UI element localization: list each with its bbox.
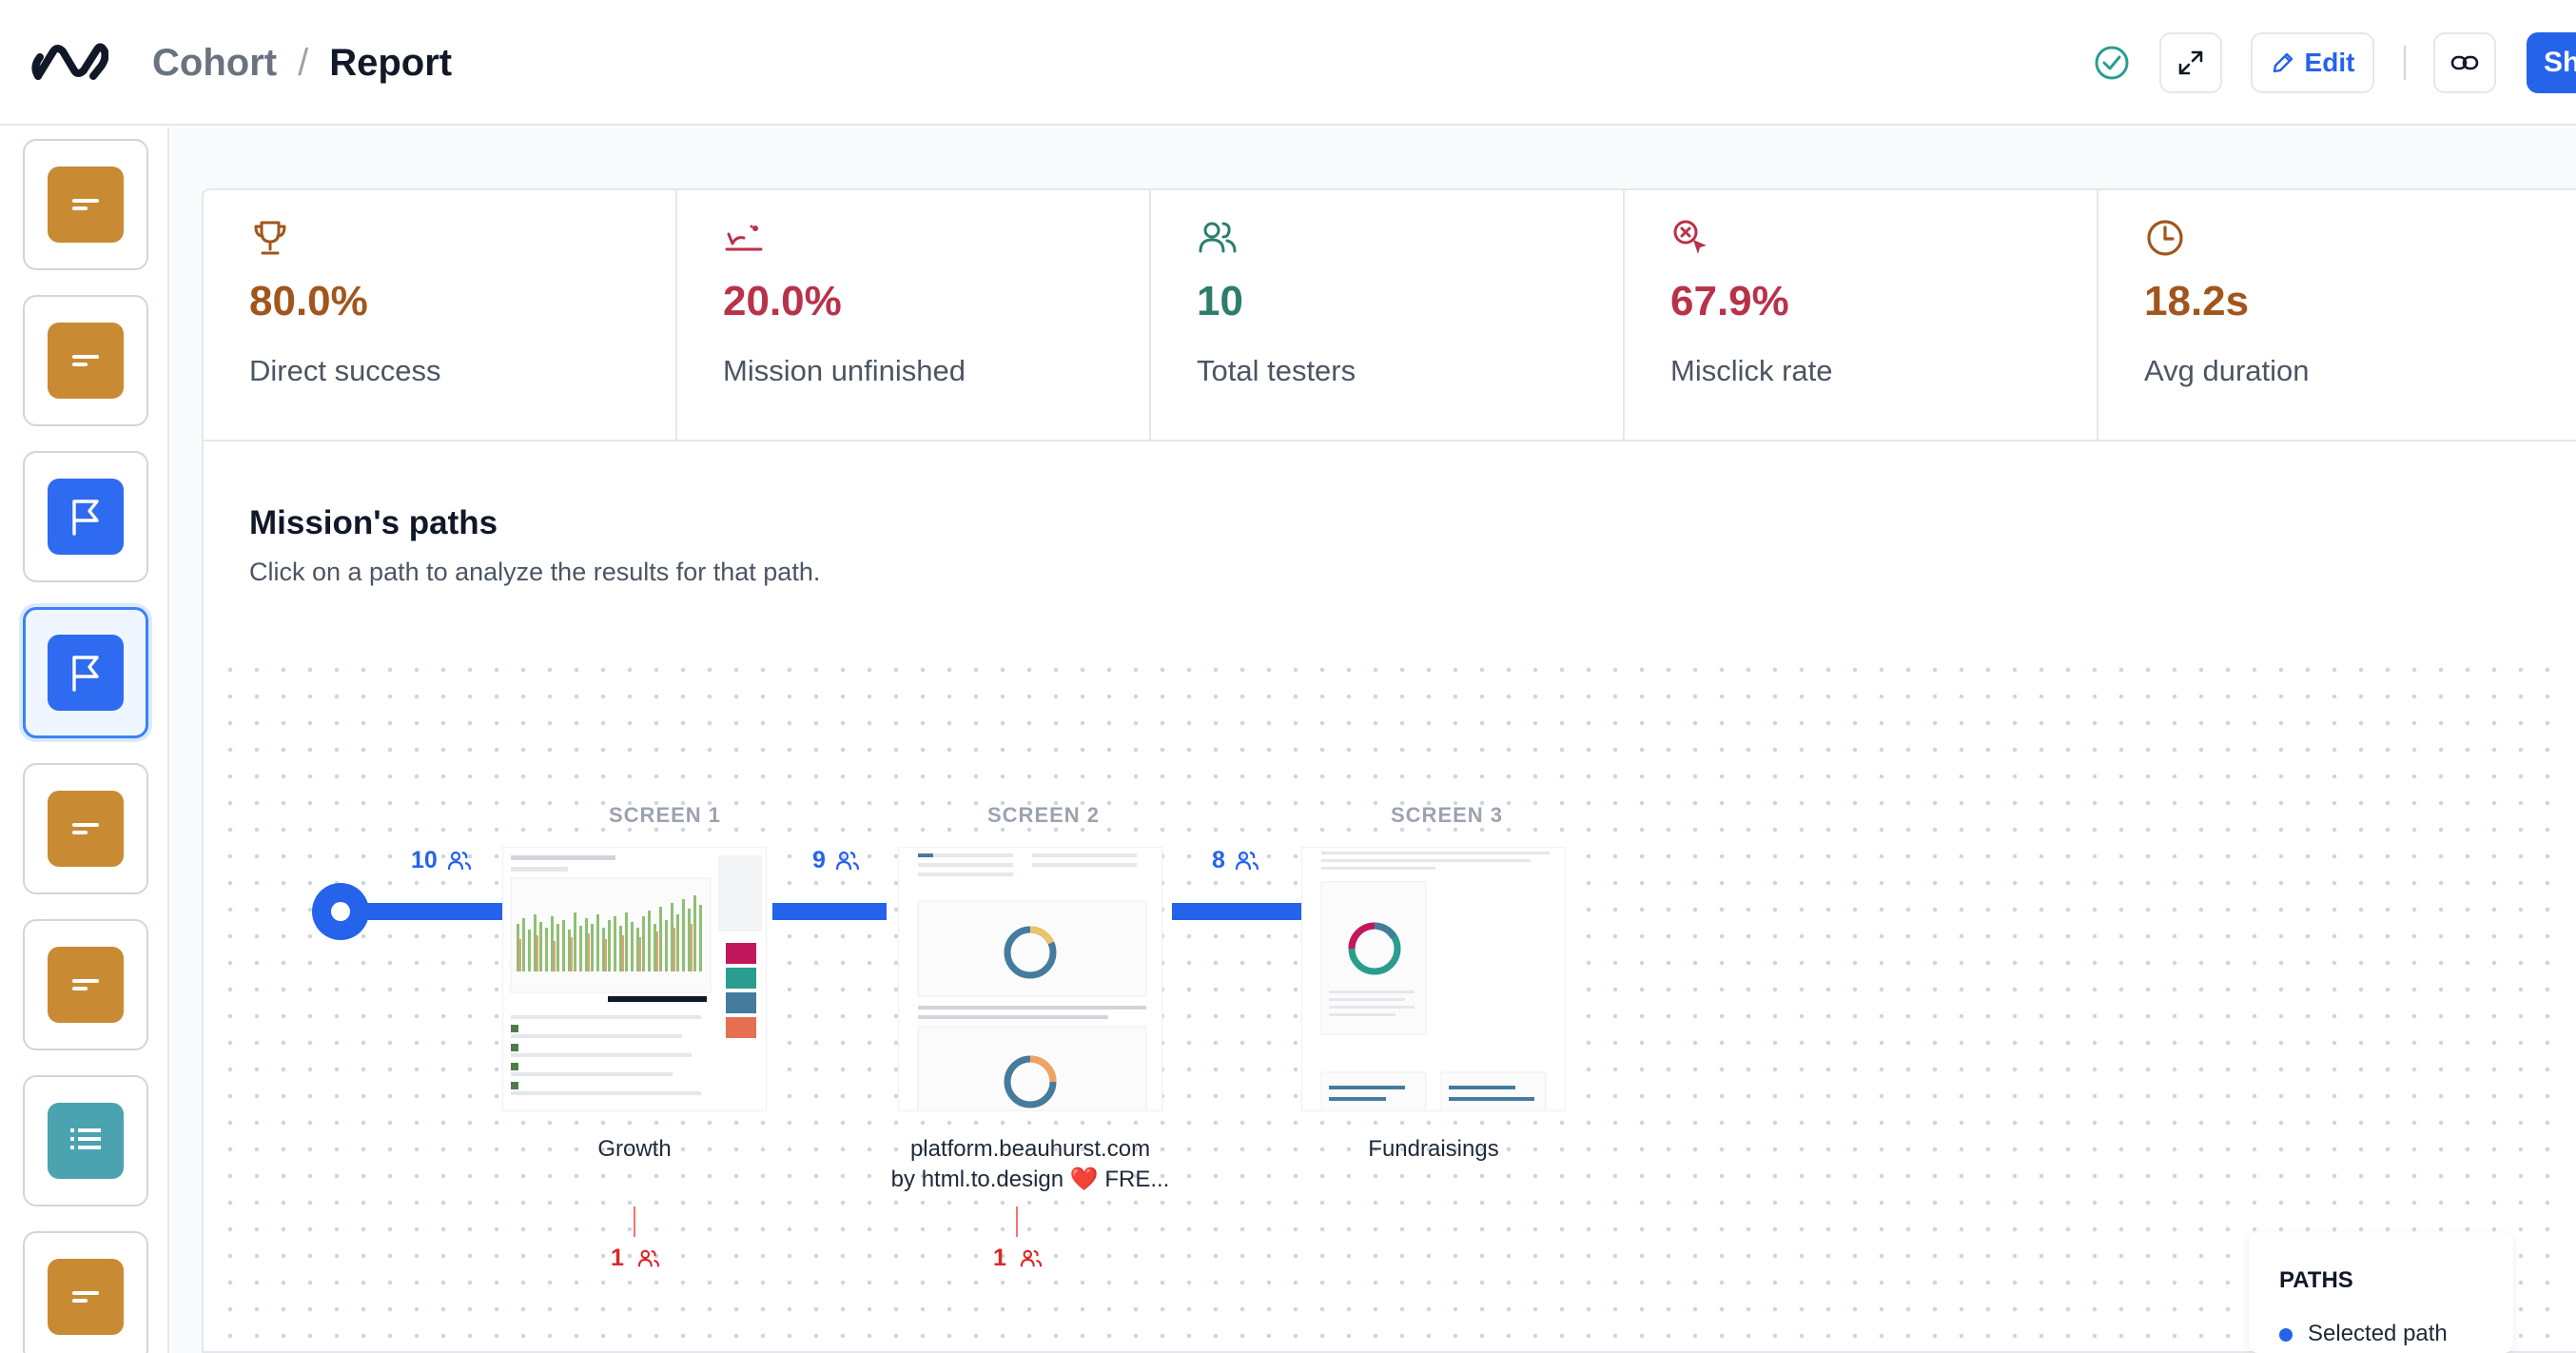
flag-icon <box>48 479 124 555</box>
link-icon <box>2450 55 2479 70</box>
stat-total-testers: 10 Total testers <box>1151 190 1625 441</box>
platform-screen-preview <box>899 848 1161 1110</box>
screen-3-label: SCREEN 3 <box>1391 803 1504 827</box>
stat-direct-success: 80.0% Direct success <box>204 190 677 441</box>
stat-value: 18.2s <box>2144 278 2250 324</box>
copy-link-button[interactable] <box>2433 32 2496 93</box>
screen-2-name-line-1: platform.beauhurst.com <box>909 1136 1151 1162</box>
dropoff-line-1 <box>634 1206 635 1237</box>
sidebar-block-1[interactable] <box>23 139 148 270</box>
dropoff-count-2: 1 <box>993 1245 1043 1272</box>
pencil-icon <box>2273 52 2293 73</box>
paths-title: Mission's paths <box>249 504 498 541</box>
dropoff-count-1: 1 <box>611 1245 660 1272</box>
screen-1-name: Growth <box>597 1136 672 1162</box>
sidebar-block-5[interactable] <box>23 763 148 894</box>
screen-3-name: Fundraisings <box>1368 1136 1499 1162</box>
selected-path-dot-icon <box>2279 1328 2293 1342</box>
stats-row: 80.0% Direct success 20.0% Mission unfin… <box>204 190 2576 441</box>
stat-value: 20.0% <box>723 278 842 324</box>
stat-label: Misclick rate <box>1670 354 1833 387</box>
dropoff-line-2 <box>1016 1206 1018 1237</box>
growth-screen-preview <box>503 848 766 1110</box>
screen-2-label: SCREEN 2 <box>987 803 1101 827</box>
sidebar-block-2[interactable] <box>23 295 148 426</box>
paths-subtitle: Click on a path to analyze the results f… <box>249 558 821 586</box>
stat-value: 10 <box>1197 278 1243 324</box>
users-icon <box>835 851 860 870</box>
screen-2-name-line-2: by html.to.design ❤️ FRE... <box>890 1167 1170 1192</box>
screen-3-thumbnail[interactable] <box>1301 847 1566 1111</box>
paths-legend: PATHS Selected path <box>2249 1233 2513 1353</box>
paths-canvas[interactable]: 10 SCREEN 1 Growth 1 9 SCREEN 2 platform… <box>217 657 2566 1351</box>
breadcrumb-separator: / <box>298 42 309 84</box>
text-block-icon <box>48 791 124 867</box>
text-block-icon <box>48 323 124 399</box>
text-block-icon <box>48 1259 124 1335</box>
users-icon <box>637 1249 660 1266</box>
path-count-value: 8 <box>1212 847 1225 873</box>
legend-selected-path[interactable]: Selected path <box>2308 1321 2448 1347</box>
path-edge-3[interactable] <box>1172 903 1309 920</box>
app-logo-icon[interactable] <box>29 38 108 88</box>
users-icon <box>1020 1249 1043 1266</box>
stat-mission-unfinished: 20.0% Mission unfinished <box>677 190 1151 441</box>
path-count-3: 8 <box>1212 847 1259 874</box>
breadcrumb: Cohort / Report <box>152 38 452 88</box>
screen-1-thumbnail[interactable] <box>502 847 767 1111</box>
text-block-icon <box>48 947 124 1023</box>
path-count-1: 10 <box>411 847 472 874</box>
sidebar-block-6[interactable] <box>23 919 148 1050</box>
sidebar-block-7[interactable] <box>23 1075 148 1206</box>
path-edge-1[interactable] <box>350 903 502 920</box>
report-card: 80.0% Direct success 20.0% Mission unfin… <box>202 188 2576 1353</box>
header-divider <box>2404 46 2406 80</box>
stat-label: Direct success <box>249 354 441 387</box>
edit-button[interactable]: Edit <box>2251 32 2374 93</box>
share-button[interactable]: Sh <box>2527 32 2576 93</box>
expand-button[interactable] <box>2159 32 2222 93</box>
misclick-icon <box>1673 220 1707 254</box>
clock-icon <box>2147 220 2183 256</box>
give-up-icon <box>725 225 763 251</box>
trophy-icon <box>254 221 286 255</box>
stat-value: 67.9% <box>1670 278 1789 324</box>
stat-label: Total testers <box>1197 354 1356 387</box>
text-block-icon <box>48 167 124 243</box>
users-icon <box>1199 222 1237 253</box>
breadcrumb-cohort[interactable]: Cohort <box>152 42 277 84</box>
screen-1-label: SCREEN 1 <box>609 803 722 827</box>
list-icon <box>48 1103 124 1179</box>
legend-title: PATHS <box>2279 1267 2353 1293</box>
saved-check-icon <box>2095 46 2129 80</box>
sidebar-block-3[interactable] <box>23 451 148 582</box>
report-main: 80.0% Direct success 20.0% Mission unfin… <box>171 127 2576 1353</box>
edit-label: Edit <box>2304 48 2355 77</box>
dropoff-value: 1 <box>611 1245 624 1271</box>
stat-label: Mission unfinished <box>723 354 966 387</box>
fundraisings-screen-preview <box>1302 848 1565 1110</box>
expand-icon <box>2178 50 2203 75</box>
dropoff-value: 1 <box>993 1245 1006 1271</box>
stat-misclick-rate: 67.9% Misclick rate <box>1625 190 2098 441</box>
path-edge-2[interactable] <box>772 903 887 920</box>
flag-icon <box>48 635 124 711</box>
screen-2-thumbnail[interactable] <box>898 847 1162 1111</box>
stat-value: 80.0% <box>249 278 368 324</box>
path-count-value: 10 <box>411 847 438 873</box>
breadcrumb-report: Report <box>329 42 453 84</box>
stat-avg-duration: 18.2s Avg duration <box>2098 190 2572 441</box>
stat-label: Avg duration <box>2144 354 2310 387</box>
sidebar-block-8[interactable] <box>23 1231 148 1353</box>
users-icon <box>447 851 471 870</box>
path-count-value: 9 <box>812 847 826 873</box>
path-count-2: 9 <box>812 847 860 874</box>
users-icon <box>1235 851 1259 870</box>
app-header: Cohort / Report Edit Sh <box>0 0 2576 126</box>
blocks-sidebar <box>0 127 169 1353</box>
sidebar-block-4[interactable] <box>23 607 148 738</box>
screen-2-name: platform.beauhurst.com by html.to.design… <box>855 1134 1205 1195</box>
